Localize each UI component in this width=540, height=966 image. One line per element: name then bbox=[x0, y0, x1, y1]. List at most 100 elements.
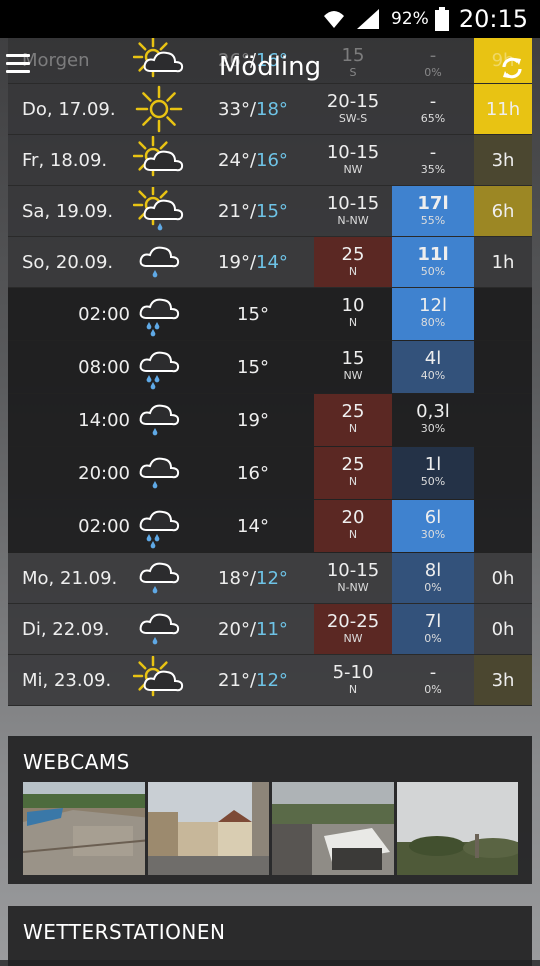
wind-direction: NW bbox=[343, 163, 363, 176]
wind-cell: 15 NW bbox=[314, 341, 392, 393]
temp-min: 11° bbox=[256, 618, 288, 640]
precipitation-cell: 12l 80% bbox=[392, 288, 474, 340]
wind-cell: 20-15 SW-S bbox=[314, 84, 392, 134]
wind-direction: N bbox=[348, 475, 358, 488]
hour-label: 08:00 bbox=[78, 356, 130, 378]
precipitation-probability: 0% bbox=[424, 683, 442, 696]
wind-speed: 25 bbox=[341, 454, 365, 475]
precipitation-probability: 65% bbox=[420, 112, 446, 125]
forecast-day-row[interactable]: Fr, 18.09. 24°/16° 10-15 NW -35% 3h bbox=[8, 135, 532, 186]
weather-icon-cell bbox=[133, 553, 185, 603]
forecast-hour-row[interactable]: 08:00 15° 15 NW 4l 40% bbox=[8, 341, 532, 394]
temperature-cell: 15° bbox=[198, 288, 308, 340]
webcam-trees[interactable] bbox=[396, 782, 518, 875]
wind-direction: N-NW bbox=[337, 214, 369, 227]
day-label: Di, 22.09. bbox=[22, 618, 110, 640]
wind-cell: 20 N bbox=[314, 500, 392, 552]
hour-label: 02:00 bbox=[78, 303, 130, 325]
precipitation-cell: 4l 40% bbox=[392, 341, 474, 393]
temperature-cell: 21°/15° bbox=[218, 200, 288, 222]
webcam-pool[interactable] bbox=[23, 782, 145, 875]
forecast-table: Morgen 26°/16° 15 S -0% 9h Do, 17.09. 33°/18° 20… bbox=[8, 36, 532, 706]
temp-min: 14° bbox=[256, 251, 288, 273]
temp-max: 33° bbox=[218, 98, 250, 120]
temperature-cell: 19°/14° bbox=[218, 251, 288, 273]
precipitation-amount: 12l bbox=[419, 295, 447, 316]
status-clock: 20:15 bbox=[458, 5, 528, 33]
wind-speed: 10-15 bbox=[326, 193, 380, 214]
webcam-rooftop[interactable] bbox=[272, 782, 394, 875]
precipitation-amount: - bbox=[429, 91, 437, 112]
cloud-rain-icon bbox=[139, 246, 180, 278]
forecast-day-row[interactable]: Mi, 23.09. 21°/12° 5-10 N -0% 3h bbox=[8, 655, 532, 706]
temperature: 19° bbox=[237, 409, 269, 431]
precipitation-amount: 6l bbox=[424, 507, 442, 528]
forecast-hour-row[interactable]: 20:00 16° 25 N 1l 50% bbox=[8, 447, 532, 500]
cloud-rain-icon bbox=[139, 562, 180, 594]
sun-icon bbox=[135, 85, 183, 133]
wind-speed: 25 bbox=[341, 401, 365, 422]
precipitation-amount: 7l bbox=[424, 611, 442, 632]
sunshine-hours: 0h bbox=[491, 567, 515, 589]
precipitation-cell: 17l 55% bbox=[392, 186, 474, 236]
webcam-strip bbox=[23, 782, 518, 875]
precipitation-probability: 0% bbox=[424, 632, 442, 645]
temp-min: 16° bbox=[256, 149, 288, 171]
wind-cell: 5-10 N bbox=[314, 655, 392, 705]
cloud-rain-icon bbox=[139, 613, 180, 645]
precipitation-probability: 30% bbox=[420, 528, 446, 541]
forecast-hour-row[interactable]: 02:00 15° 10 N 12l 80% bbox=[8, 288, 532, 341]
sunshine-hours: 0h bbox=[491, 618, 515, 640]
precipitation-probability: 30% bbox=[420, 422, 446, 435]
refresh-icon[interactable] bbox=[500, 56, 524, 80]
sun-cloud-icon bbox=[133, 656, 184, 697]
forecast-day-row[interactable]: Do, 17.09. 33°/18° 20-15 SW-S -65% 11h bbox=[8, 84, 532, 135]
day-label: Do, 17.09. bbox=[22, 98, 116, 120]
wind-direction: N-NW bbox=[337, 581, 369, 594]
wind-cell: 10 N bbox=[314, 288, 392, 340]
location-title[interactable]: Mödling bbox=[0, 52, 540, 82]
forecast-day-row[interactable]: Di, 22.09. 20°/11° 20-25 NW 7l 0% 0h bbox=[8, 604, 532, 655]
precipitation-cell: 6l 30% bbox=[392, 500, 474, 552]
precipitation-probability: 35% bbox=[420, 163, 446, 176]
wind-direction: N bbox=[348, 265, 358, 278]
precipitation-amount: 17l bbox=[417, 193, 449, 214]
day-label: So, 20.09. bbox=[22, 251, 114, 273]
precipitation-cell: -65% bbox=[392, 84, 474, 134]
forecast-day-row[interactable]: Sa, 19.09. 21°/15° 10-15 N-NW 17l 55% 6h bbox=[8, 186, 532, 237]
precipitation-amount: - bbox=[429, 662, 437, 683]
cloud-heavy-rain-icon bbox=[139, 298, 180, 337]
battery-icon bbox=[434, 7, 449, 31]
forecast-hour-row[interactable]: 02:00 14° 20 N 6l 30% bbox=[8, 500, 532, 553]
wind-cell: 25 N bbox=[314, 447, 392, 499]
stations-title: WETTERSTATIONEN bbox=[23, 920, 226, 944]
forecast-day-row[interactable]: Mo, 21.09. 18°/12° 10-15 N-NW 8l 0% 0h bbox=[8, 553, 532, 604]
webcam-square[interactable] bbox=[147, 782, 269, 875]
wind-speed: 10-15 bbox=[326, 560, 380, 581]
temperature-cell: 18°/12° bbox=[218, 567, 288, 589]
wind-cell: 25 N bbox=[314, 237, 392, 287]
forecast-day-row[interactable]: So, 20.09. 19°/14° 25 N 11l 50% 1h bbox=[8, 237, 532, 288]
temperature-cell: 24°/16° bbox=[218, 149, 288, 171]
wind-speed: 15 bbox=[341, 348, 365, 369]
precipitation-amount: 11l bbox=[417, 244, 449, 265]
precipitation-cell: 11l 50% bbox=[392, 237, 474, 287]
stations-card: WETTERSTATIONEN bbox=[8, 906, 532, 966]
precipitation-probability: 50% bbox=[420, 475, 446, 488]
sunshine-hours: 6h bbox=[474, 186, 532, 236]
wind-speed: 20-25 bbox=[326, 611, 380, 632]
cloud-heavy-rain-icon bbox=[139, 510, 180, 549]
wind-speed: 5-10 bbox=[332, 662, 374, 683]
weather-icon-cell bbox=[133, 135, 185, 185]
day-label: Mi, 23.09. bbox=[22, 669, 112, 691]
temperature: 15° bbox=[237, 356, 269, 378]
hour-label: 14:00 bbox=[78, 409, 130, 431]
forecast-hour-row[interactable]: 14:00 19° 25 N 0,3l 30% bbox=[8, 394, 532, 447]
weather-icon-cell bbox=[133, 84, 185, 134]
webcams-card: WEBCAMS bbox=[8, 736, 532, 884]
cloud-heavy-rain-icon bbox=[139, 351, 180, 390]
precipitation-cell: -35% bbox=[392, 135, 474, 185]
temperature-cell: 16° bbox=[198, 447, 308, 499]
temp-min: 12° bbox=[256, 669, 288, 691]
temp-max: 21° bbox=[218, 669, 250, 691]
